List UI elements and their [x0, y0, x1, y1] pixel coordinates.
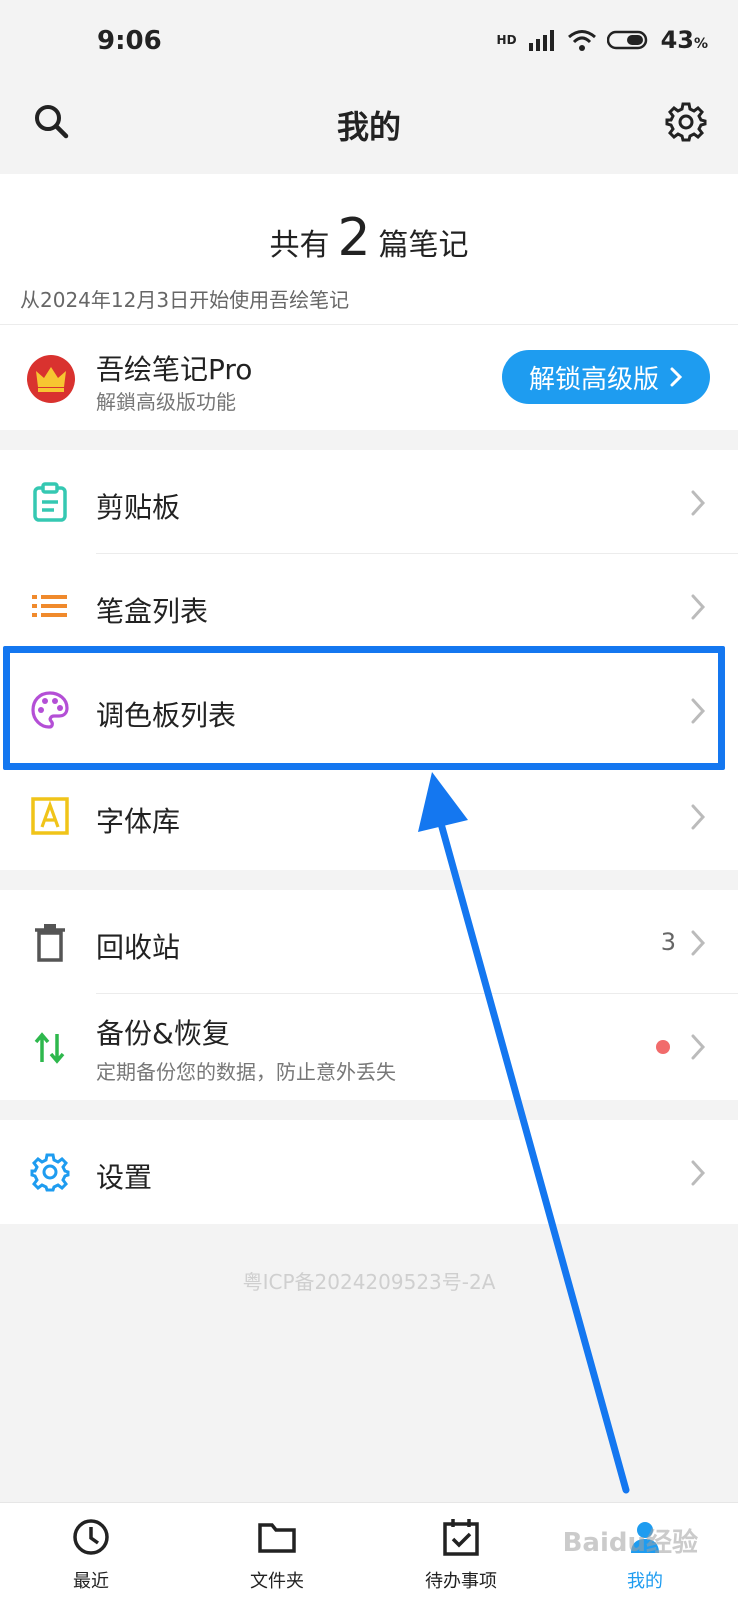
icp-license-text: 粤ICP备2024209523号-2A — [242, 1270, 496, 1294]
status-bar: 9:06 HD 43% — [0, 0, 738, 84]
menu-item-recycle-bin[interactable]: 回收站 3 — [0, 890, 738, 994]
menu-item-clipboard[interactable]: 剪贴板 — [0, 450, 738, 554]
nav-label: 待办事项 — [425, 1571, 497, 1592]
font-icon — [31, 797, 69, 835]
notification-dot — [656, 1040, 670, 1054]
clipboard-icon — [33, 482, 67, 522]
palette-icon — [31, 691, 69, 729]
unlock-pro-button[interactable]: 解锁高级版 — [502, 350, 710, 404]
folder-icon — [258, 1523, 296, 1553]
menu-label: 备份&恢复 — [96, 1017, 230, 1050]
signal-icon — [528, 30, 554, 51]
status-time: 9:06 — [97, 26, 162, 56]
menu-item-backup-restore[interactable]: 备份&恢复 定期备份您的数据，防止意外丢失 — [0, 994, 738, 1100]
menu-label: 字体库 — [96, 805, 181, 838]
chevron-right-icon — [691, 804, 706, 830]
settings-menu-group: 设置 — [0, 1120, 738, 1224]
gear-icon — [30, 1153, 70, 1192]
chevron-right-icon — [670, 367, 683, 387]
menu-item-palette-list[interactable]: 调色板列表 — [0, 658, 738, 762]
note-count: 共有 2 篇笔记 — [269, 208, 469, 268]
usage-since-text: 从2024年12月3日开始使用吾绘笔记 — [20, 288, 350, 312]
summary-card: 共有 2 篇笔记 从2024年12月3日开始使用吾绘笔记 吾绘笔记Pro 解鎖高级版… — [0, 174, 738, 430]
crown-icon — [27, 355, 75, 403]
nav-label: 我的 — [627, 1571, 663, 1592]
menu-item-pen-box-list[interactable]: 笔盒列表 — [0, 554, 738, 658]
sync-arrows-icon — [34, 1032, 65, 1064]
wifi-icon — [567, 30, 596, 51]
chevron-right-icon — [691, 698, 706, 724]
nav-tab-recent[interactable]: 最近 — [16, 1503, 166, 1600]
menu-label: 剪贴板 — [96, 491, 181, 524]
chevron-right-icon — [691, 1034, 706, 1060]
menu-label: 设置 — [96, 1161, 153, 1194]
menu-label: 调色板列表 — [96, 699, 237, 732]
menu-item-font-library[interactable]: 字体库 — [0, 762, 738, 870]
tools-menu-group: 剪贴板 笔盒列表 调色板列表 字体库 — [0, 450, 738, 870]
battery-level: 43% — [660, 26, 708, 54]
clock-icon — [73, 1519, 109, 1555]
nav-label: 最近 — [73, 1571, 109, 1592]
menu-label: 回收站 — [96, 931, 181, 964]
divider — [0, 324, 738, 325]
pro-title: 吾绘笔记Pro — [96, 353, 253, 386]
calendar-check-icon — [443, 1519, 479, 1556]
nav-tab-todo[interactable]: 待办事项 — [386, 1503, 536, 1600]
watermark: Baidu经验 — [562, 1528, 698, 1558]
menu-label: 笔盒列表 — [96, 595, 209, 628]
recycle-count-badge: 3 — [660, 928, 676, 956]
chevron-right-icon — [691, 930, 706, 956]
status-icons: HD 43% — [497, 26, 708, 54]
gear-icon[interactable] — [664, 100, 708, 144]
page-title: 我的 — [336, 108, 401, 146]
nav-tab-folders[interactable]: 文件夹 — [202, 1503, 352, 1600]
data-menu-group: 回收站 3 备份&恢复 定期备份您的数据，防止意外丢失 — [0, 890, 738, 1100]
menu-subtitle: 定期备份您的数据，防止意外丢失 — [96, 1060, 396, 1084]
chevron-right-icon — [691, 594, 706, 620]
nav-label: 文件夹 — [250, 1571, 304, 1592]
battery-icon — [606, 30, 647, 50]
app-header: 我的 — [0, 84, 738, 174]
list-icon — [32, 595, 67, 617]
network-label: HD — [496, 33, 517, 47]
pro-subtitle: 解鎖高级版功能 — [96, 390, 236, 414]
chevron-right-icon — [691, 490, 706, 516]
chevron-right-icon — [691, 1160, 706, 1186]
menu-item-settings[interactable]: 设置 — [0, 1120, 738, 1224]
trash-icon — [35, 924, 65, 962]
unlock-pro-label: 解锁高级版 — [528, 363, 659, 394]
